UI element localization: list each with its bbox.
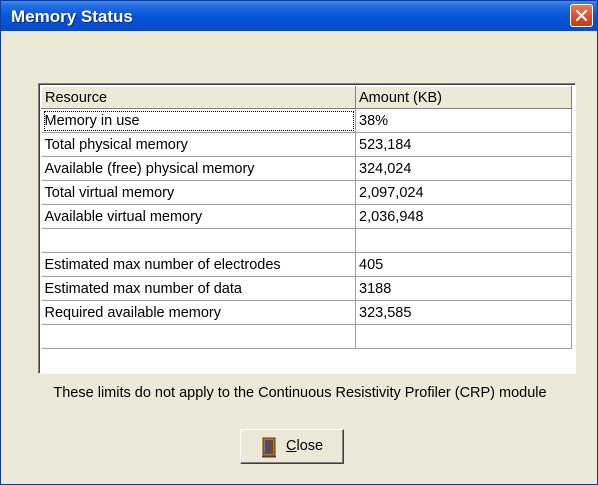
table-row[interactable]: Available virtual memory 2,036,948	[41, 204, 572, 229]
column-header-amount[interactable]: Amount (KB)	[355, 86, 572, 109]
resource-cell[interactable]: Estimated max number of electrodes	[41, 252, 356, 277]
table-row[interactable]: Total physical memory 523,184	[41, 132, 572, 157]
table-row[interactable]: Estimated max number of data 3188	[41, 276, 572, 301]
resource-cell[interactable]: Required available memory	[41, 300, 356, 325]
resource-cell[interactable]	[41, 324, 356, 349]
table-row[interactable]: Total virtual memory 2,097,024	[41, 180, 572, 205]
amount-cell[interactable]: 2,097,024	[355, 180, 572, 205]
door-exit-icon	[262, 437, 276, 458]
window-close-button[interactable]	[570, 4, 593, 27]
close-button-label-rest: lose	[296, 438, 324, 454]
close-button[interactable]: Close	[240, 429, 344, 464]
amount-cell[interactable]: 324,024	[355, 156, 572, 181]
resource-cell[interactable]: Total virtual memory	[41, 180, 356, 205]
table-row[interactable]	[41, 324, 572, 349]
window-title: Memory Status	[11, 7, 133, 26]
column-header-resource[interactable]: Resource	[41, 86, 356, 109]
resource-cell[interactable]	[41, 228, 356, 253]
amount-cell[interactable]	[355, 324, 572, 349]
amount-cell[interactable]: 3188	[355, 276, 572, 301]
resource-cell[interactable]: Available (free) physical memory	[41, 156, 356, 181]
memory-grid[interactable]: Resource Amount (KB) Memory in use 38% T…	[38, 83, 576, 374]
amount-cell[interactable]	[355, 228, 572, 253]
amount-cell[interactable]: 405	[355, 252, 572, 277]
table-row[interactable]: Available (free) physical memory 324,024	[41, 156, 572, 181]
table-row[interactable]: Required available memory 323,585	[41, 300, 572, 325]
close-icon	[575, 9, 588, 22]
title-bar[interactable]: Memory Status	[1, 1, 597, 31]
close-button-mnemonic: C	[286, 438, 297, 454]
resource-cell[interactable]: Total physical memory	[41, 132, 356, 157]
table-row[interactable]: Estimated max number of electrodes 405	[41, 252, 572, 277]
amount-cell[interactable]: 323,585	[355, 300, 572, 325]
limits-note: These limits do not apply to the Continu…	[53, 385, 547, 401]
table-row[interactable]: Memory in use 38%	[41, 108, 572, 133]
amount-cell[interactable]: 523,184	[355, 132, 572, 157]
resource-cell[interactable]: Memory in use	[41, 108, 356, 133]
grid-header-row: Resource Amount (KB)	[41, 86, 572, 109]
amount-cell[interactable]: 2,036,948	[355, 204, 572, 229]
memory-table: Resource Amount (KB) Memory in use 38% T…	[41, 86, 572, 349]
resource-cell[interactable]: Estimated max number of data	[41, 276, 356, 301]
resource-cell[interactable]: Available virtual memory	[41, 204, 356, 229]
table-row[interactable]	[41, 228, 572, 253]
amount-cell[interactable]: 38%	[355, 108, 572, 133]
close-button-label: Close	[286, 438, 323, 454]
memory-status-dialog: Memory Status Resource Amount (KB) Memor…	[0, 0, 598, 485]
